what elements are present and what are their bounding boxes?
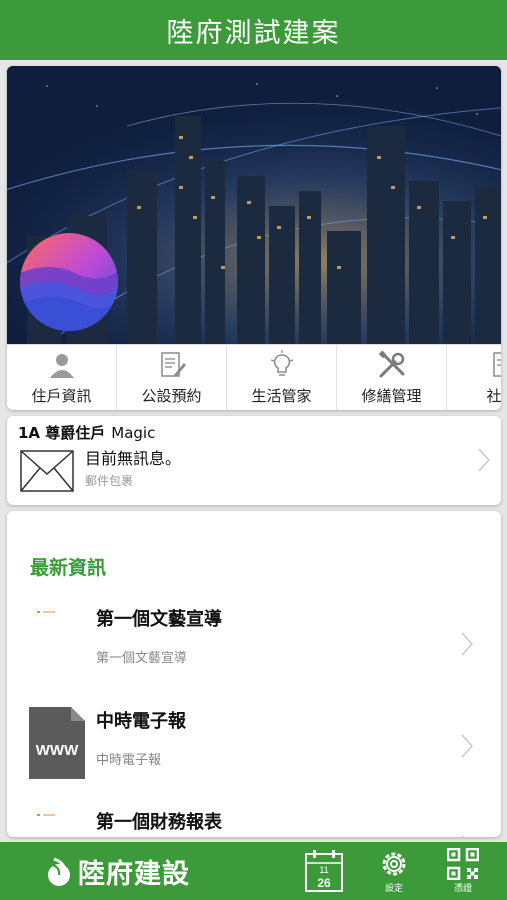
hero-card: 住戶資訊 公設預約 生活管家 修繕管理 社 xyxy=(7,66,501,410)
qr-button[interactable]: 憑證 xyxy=(447,848,479,894)
news-description: 第一個文藝宣導 xyxy=(96,651,188,666)
menu-label: 公設預約 xyxy=(141,386,202,405)
document-icon xyxy=(492,351,501,377)
news-headline: 第一個文藝宣導 xyxy=(96,609,222,630)
app-logo-icon xyxy=(20,233,118,331)
resident-name: Magic xyxy=(111,424,156,442)
menu-facility-booking[interactable]: 公設預約 xyxy=(117,345,227,410)
calendar-day: 26 xyxy=(317,876,331,890)
qr-label: 憑證 xyxy=(453,884,472,894)
bottom-bar: 陸府建設 11 26 設定 憑證 xyxy=(0,842,507,900)
news-item[interactable]: 第一個文藝宣導 第一個文藝宣導 xyxy=(7,605,501,705)
news-headline: 第一個財務報表 xyxy=(96,812,222,833)
chevron-right-icon xyxy=(478,448,490,472)
news-section-title: 最新資訊 xyxy=(30,557,107,579)
news-item[interactable]: 第一個財務報表 xyxy=(7,808,501,837)
news-thumbnail xyxy=(37,814,55,816)
menu-repair-management[interactable]: 修繕管理 xyxy=(337,345,447,410)
quick-menu: 住戶資訊 公設預約 生活管家 修繕管理 社 xyxy=(7,344,501,410)
news-headline: 中時電子報 xyxy=(96,711,186,732)
news-card: 最新資訊 第一個文藝宣導 第一個文藝宣導 WWW 中時電子報 中時電子報 第一個… xyxy=(7,511,501,837)
message-category: 郵件包裹 xyxy=(85,474,134,488)
page-title: 陸府測試建案 xyxy=(166,17,341,49)
menu-label: 社區 xyxy=(486,386,501,405)
menu-label: 生活管家 xyxy=(251,386,312,405)
edit-document-icon xyxy=(160,351,186,377)
thumb-text: WWW xyxy=(36,742,79,759)
settings-label: 設定 xyxy=(384,884,403,894)
settings-button[interactable]: 設定 xyxy=(378,848,410,894)
unit-label: 1A 尊爵住戶 xyxy=(18,424,106,442)
brand-mark-icon xyxy=(48,857,70,886)
calendar-icon: 11 26 xyxy=(305,850,343,892)
calendar-month: 11 xyxy=(319,865,328,875)
menu-label: 住戶資訊 xyxy=(31,386,92,405)
news-description: 中時電子報 xyxy=(96,753,162,768)
chevron-right-icon xyxy=(461,734,473,758)
resident-header: 1A 尊爵住戶 Magic xyxy=(18,422,155,443)
person-icon xyxy=(49,353,74,378)
qr-code-icon xyxy=(447,848,479,880)
news-item[interactable]: WWW 中時電子報 中時電子報 xyxy=(7,707,501,807)
top-bar: 陸府測試建案 xyxy=(0,0,507,60)
message-text: 目前無訊息。 xyxy=(85,449,182,468)
gear-icon xyxy=(382,852,406,876)
menu-community[interactable]: 社區 xyxy=(447,345,501,410)
calendar-button[interactable]: 11 26 xyxy=(304,849,344,893)
brand-name: 陸府建設 xyxy=(78,859,190,890)
menu-label: 修繕管理 xyxy=(361,386,422,405)
hero-banner[interactable] xyxy=(7,66,501,344)
news-thumbnail xyxy=(37,611,55,613)
mail-icon xyxy=(20,450,74,492)
menu-resident-info[interactable]: 住戶資訊 xyxy=(7,345,117,410)
chevron-right-icon xyxy=(461,632,473,656)
tools-icon xyxy=(378,349,404,377)
menu-life-butler[interactable]: 生活管家 xyxy=(227,345,337,410)
brand-logo: 陸府建設 xyxy=(46,852,190,891)
lightbulb-icon xyxy=(270,349,293,376)
web-document-icon: WWW xyxy=(29,707,85,779)
message-card[interactable]: 1A 尊爵住戶 Magic 目前無訊息。 郵件包裹 xyxy=(7,416,501,505)
chevron-right-icon xyxy=(461,835,464,837)
